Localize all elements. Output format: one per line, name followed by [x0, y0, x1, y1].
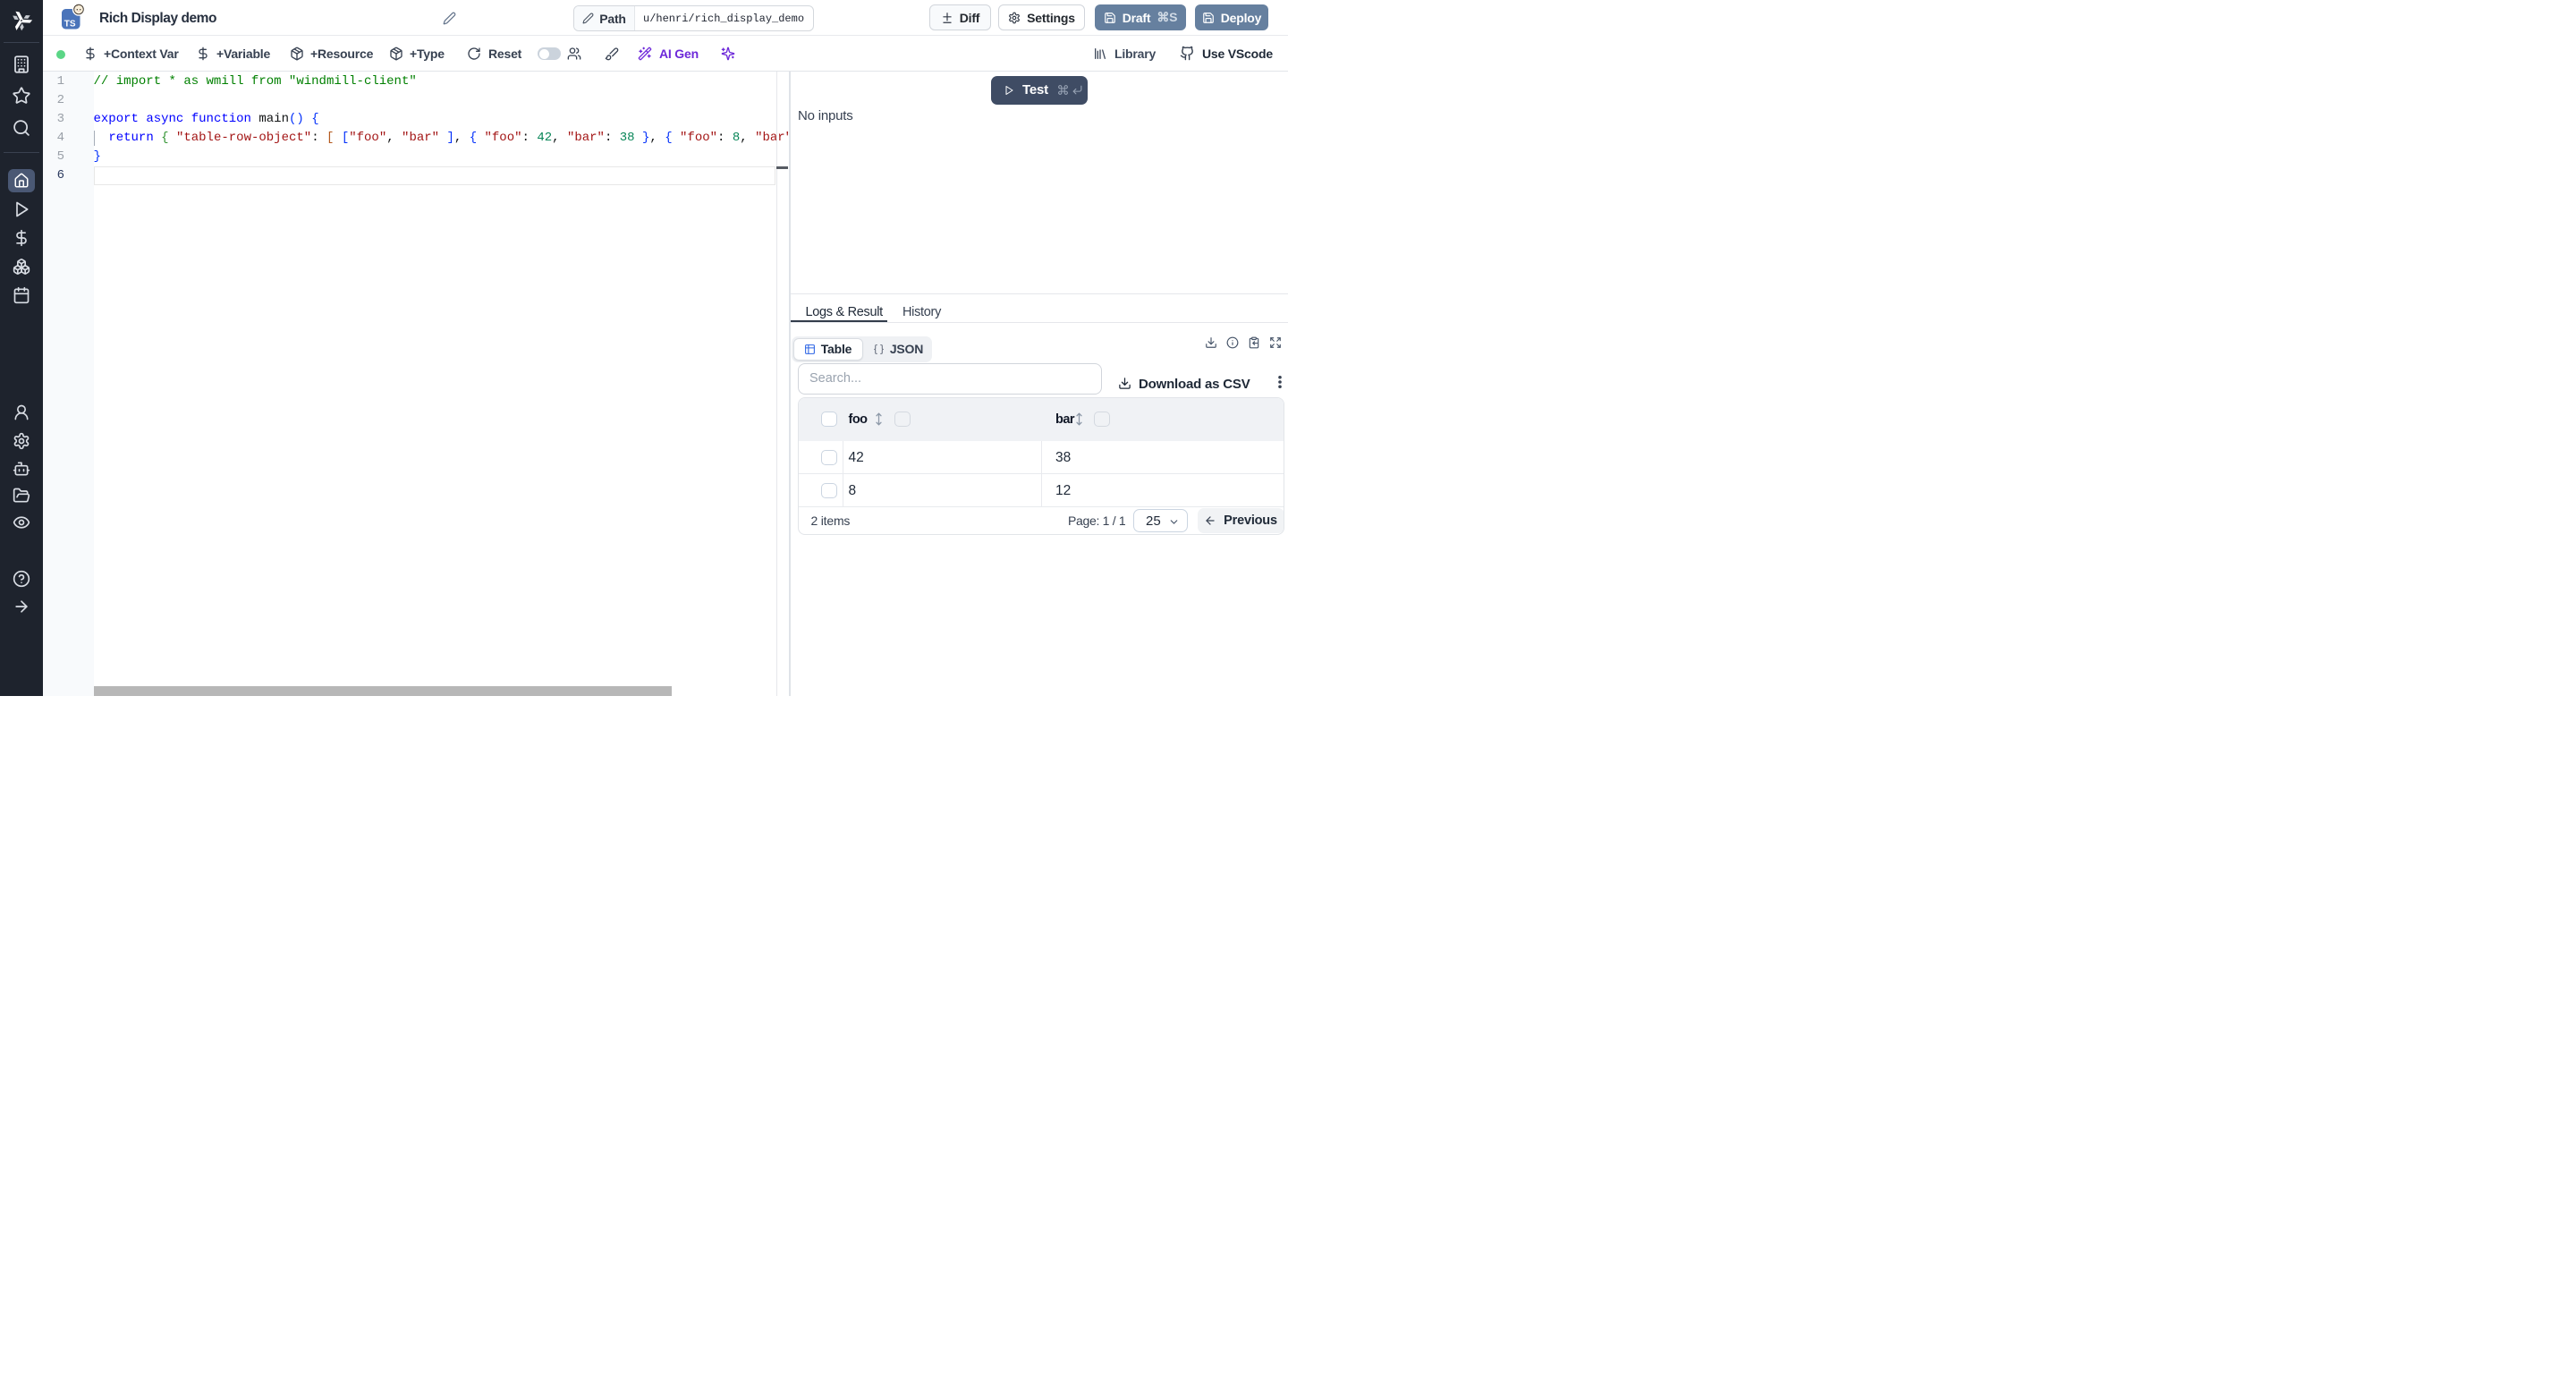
svg-text:TS: TS: [64, 20, 76, 30]
